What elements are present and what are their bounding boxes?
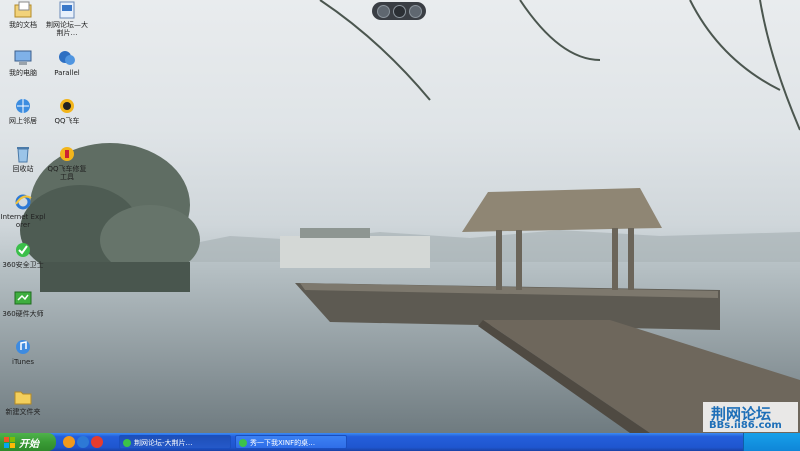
- gadget-button-icon[interactable]: [376, 4, 390, 18]
- desktop-icon-new-folder[interactable]: 新建文件夹: [0, 388, 46, 416]
- quicklaunch-firefox-icon[interactable]: [63, 436, 75, 448]
- start-button[interactable]: 开始: [0, 433, 56, 451]
- quicklaunch-qq-icon[interactable]: [91, 436, 103, 448]
- forum-watermark: 荆网论坛 BBs.ii86.com: [703, 402, 798, 432]
- my-computer-icon: [14, 50, 32, 65]
- 360-hardware-icon: [14, 291, 32, 305]
- shortcut-icon: [59, 1, 75, 19]
- 360-safe-icon: [16, 243, 30, 257]
- network-icon: [16, 99, 30, 113]
- app-icon: [59, 51, 75, 65]
- task-label: 秀一下我XINF的桌…: [250, 439, 316, 447]
- icon-label: 新建文件夹: [5, 408, 41, 416]
- icon-label: 网上邻居: [9, 117, 37, 125]
- gadget-button-icon[interactable]: [408, 4, 422, 18]
- desktop-icon-network[interactable]: 网上邻居: [0, 97, 46, 125]
- gadget-control-bar[interactable]: [372, 2, 426, 20]
- icon-label: 荆网论坛—大荆片…: [46, 21, 88, 37]
- icon-label: Internet Explorer: [0, 213, 46, 229]
- watermark-url: BBs.ii86.com: [709, 420, 782, 431]
- taskbar-item-desktop-post[interactable]: 秀一下我XINF的桌…: [235, 435, 347, 449]
- desktop-icon-qq-speed[interactable]: QQ飞车: [44, 97, 90, 125]
- taskbar: 开始 荆网论坛-大荆片… 秀一下我XINF的桌…: [0, 433, 800, 451]
- start-label: 开始: [19, 438, 39, 450]
- folder-icon: [14, 391, 32, 405]
- windows-logo-icon: [4, 436, 15, 448]
- gadget-button-icon[interactable]: [392, 4, 406, 18]
- internet-explorer-icon: [15, 194, 32, 210]
- browser-icon: [239, 439, 247, 447]
- itunes-icon: [16, 340, 30, 354]
- qq-speed-icon: [60, 99, 74, 113]
- browser-icon: [123, 439, 131, 447]
- icon-label: 360安全卫士: [2, 261, 44, 269]
- qq-repair-icon: [60, 147, 74, 161]
- icon-label: 回收站: [12, 165, 34, 173]
- desktop-icon-360-safe[interactable]: 360安全卫士: [0, 241, 46, 269]
- icon-label: 我的电脑: [9, 69, 37, 77]
- icon-label: Parallel: [54, 69, 80, 77]
- icon-label: iTunes: [12, 358, 34, 366]
- icon-label: 360硬件大师: [2, 310, 44, 318]
- desktop: 我的文档 荆网论坛—大荆片… 我的电脑 Parallel 网上邻居 QQ飞车 回…: [0, 0, 800, 433]
- desktop-icon-recycle-bin[interactable]: 回收站: [0, 145, 46, 173]
- task-label: 荆网论坛-大荆片…: [134, 439, 193, 447]
- icon-label: 我的文档: [9, 21, 37, 29]
- desktop-icon-360-hardware[interactable]: 360硬件大师: [0, 290, 46, 318]
- desktop-icon-parallel[interactable]: Parallel: [44, 49, 90, 77]
- desktop-icon-my-documents[interactable]: 我的文档: [0, 1, 46, 29]
- desktop-icon-itunes[interactable]: iTunes: [0, 338, 46, 366]
- desktop-icon-internet-explorer[interactable]: Internet Explorer: [0, 193, 46, 229]
- my-documents-icon: [14, 1, 32, 18]
- taskbar-item-forum[interactable]: 荆网论坛-大荆片…: [119, 435, 231, 449]
- desktop-icon-my-computer[interactable]: 我的电脑: [0, 49, 46, 77]
- desktop-icon-forum-shortcut[interactable]: 荆网论坛—大荆片…: [44, 1, 90, 37]
- wallpaper-lake-scene: [0, 0, 800, 433]
- desktop-icon-qq-repair[interactable]: QQ飞车修复工具: [44, 145, 90, 181]
- quicklaunch-ie-icon[interactable]: [77, 436, 89, 448]
- icon-label: QQ飞车修复工具: [47, 165, 87, 181]
- recycle-bin-icon: [17, 147, 29, 163]
- system-tray: [743, 433, 800, 451]
- icon-label: QQ飞车: [54, 117, 80, 125]
